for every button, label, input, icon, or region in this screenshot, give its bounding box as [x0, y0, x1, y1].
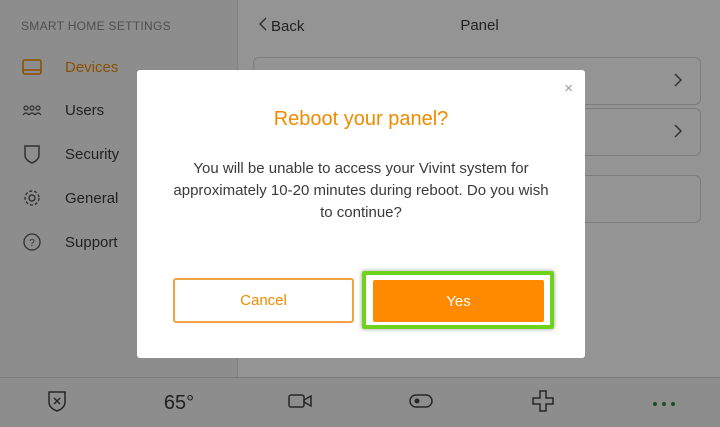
yes-button[interactable]: Yes [373, 280, 544, 322]
close-icon[interactable]: × [564, 80, 573, 97]
cancel-button[interactable]: Cancel [173, 278, 354, 323]
dialog-title: Reboot your panel? [273, 108, 449, 130]
dialog-message: You will be unable to access your Vivint… [173, 160, 549, 221]
reboot-dialog: × Reboot your panel? You will be unable … [137, 70, 585, 358]
